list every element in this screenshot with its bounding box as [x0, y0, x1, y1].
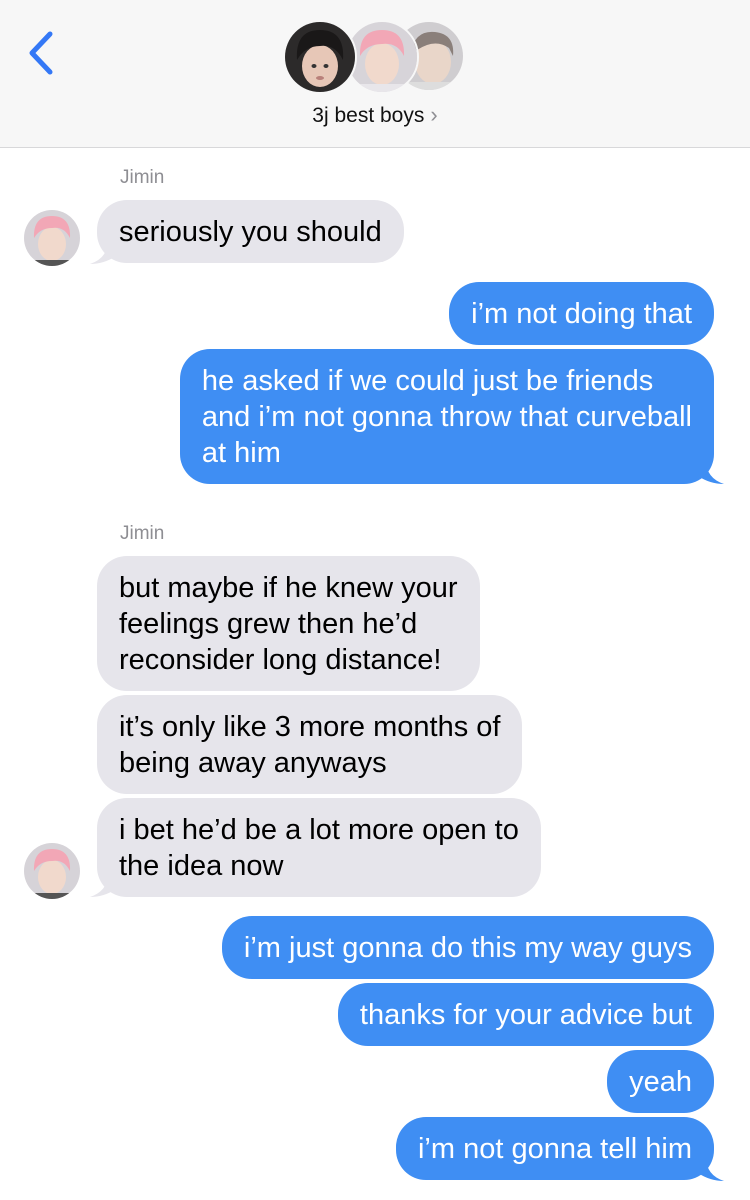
- message-text: i’m not doing that: [471, 298, 692, 330]
- message-bubble-incoming[interactable]: seriously you should: [97, 200, 404, 263]
- message-bubble-outgoing[interactable]: i’m not doing that: [449, 282, 714, 345]
- sender-avatar: [24, 843, 80, 899]
- message-text: yeah: [629, 1066, 692, 1098]
- message-bubble-incoming[interactable]: i bet he’d be a lot more open to the ide…: [97, 798, 541, 897]
- message-text-line: it’s only like 3 more months of: [119, 711, 501, 743]
- message-text-line: i bet he’d be a lot more open to: [119, 814, 519, 846]
- message-text-line: feelings grew then he’d: [119, 608, 418, 640]
- message-text-line: being away anyways: [119, 747, 387, 779]
- message-text: seriously you should: [119, 216, 382, 248]
- message-text-line: and i’m not gonna throw that curveball: [201, 401, 692, 433]
- message-bubble-outgoing[interactable]: thanks for your advice but: [337, 983, 714, 1046]
- message-text-line: the idea now: [119, 850, 284, 882]
- chevron-left-icon: [29, 31, 53, 75]
- message-text: thanks for your advice but: [359, 999, 692, 1031]
- message-bubble-incoming[interactable]: it’s only like 3 more months of being aw…: [97, 695, 523, 794]
- message-bubble-outgoing[interactable]: yeah: [607, 1050, 714, 1113]
- message-text-line: but maybe if he knew your: [119, 572, 458, 604]
- group-name: 3j best boys: [312, 104, 425, 127]
- member-avatar: [283, 20, 357, 94]
- message-text-line: at him: [201, 437, 281, 469]
- group-avatars[interactable]: [283, 20, 468, 96]
- sender-name: Jimin: [120, 167, 165, 188]
- message-text: i’m not gonna tell him: [417, 1133, 692, 1165]
- message-bubble-incoming[interactable]: but maybe if he knew your feelings grew …: [97, 556, 480, 691]
- message-bubble-outgoing[interactable]: he asked if we could just be friends and…: [179, 349, 714, 484]
- message-text: i’m just gonna do this my way guys: [243, 932, 692, 964]
- back-button[interactable]: [22, 28, 62, 78]
- message-text-line: reconsider long distance!: [119, 644, 442, 676]
- conversation-header: 3j best boys ›: [0, 0, 750, 148]
- sender-avatar: [24, 210, 80, 266]
- group-name-button[interactable]: 3j best boys ›: [0, 102, 750, 128]
- sender-name: Jimin: [120, 523, 165, 544]
- message-bubble-outgoing[interactable]: i’m not gonna tell him: [395, 1117, 714, 1180]
- message-bubble-outgoing[interactable]: i’m just gonna do this my way guys: [221, 916, 714, 979]
- chevron-right-icon: ›: [430, 102, 438, 127]
- message-text-line: he asked if we could just be friends: [201, 365, 654, 397]
